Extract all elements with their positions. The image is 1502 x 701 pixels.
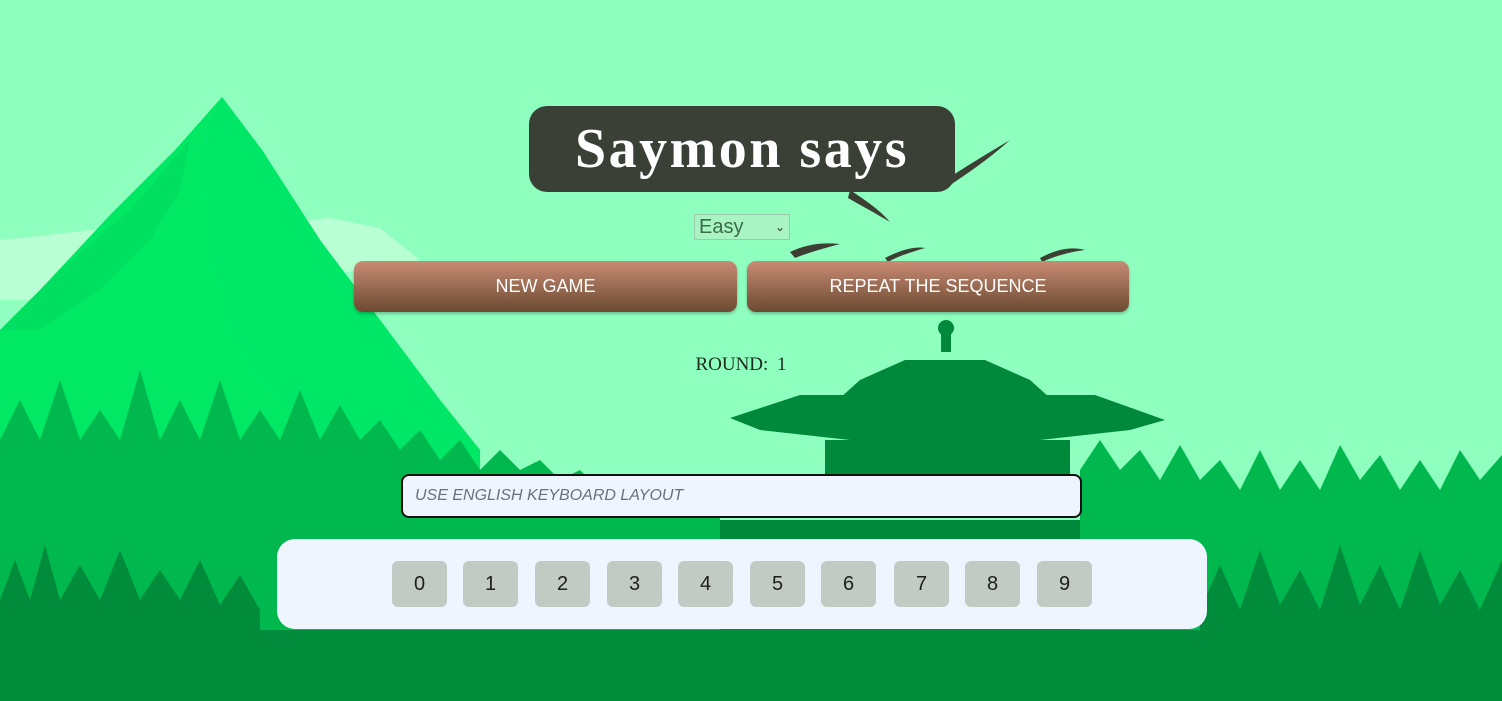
- key-2[interactable]: 2: [535, 561, 590, 607]
- difficulty-select[interactable]: Easy ⌄: [694, 214, 790, 240]
- round-indicator: ROUND: 1: [0, 354, 1482, 376]
- game-title: Saymon says: [574, 118, 910, 180]
- round-value: 1: [777, 354, 787, 375]
- key-7[interactable]: 7: [894, 561, 949, 607]
- title-banner: Saymon says: [529, 106, 955, 192]
- repeat-sequence-button[interactable]: REPEAT THE SEQUENCE: [747, 261, 1129, 312]
- round-label: ROUND:: [695, 354, 769, 375]
- number-keypad: 0 1 2 3 4 5 6 7 8 9: [277, 539, 1207, 629]
- key-4[interactable]: 4: [678, 561, 733, 607]
- difficulty-selected-value: Easy: [699, 215, 744, 238]
- key-9[interactable]: 9: [1037, 561, 1092, 607]
- key-6[interactable]: 6: [821, 561, 876, 607]
- key-8[interactable]: 8: [965, 561, 1020, 607]
- key-0[interactable]: 0: [392, 561, 447, 607]
- chevron-down-icon: ⌄: [774, 220, 785, 234]
- answer-input[interactable]: [401, 474, 1082, 518]
- key-3[interactable]: 3: [607, 561, 662, 607]
- key-1[interactable]: 1: [463, 561, 518, 607]
- new-game-button[interactable]: NEW GAME: [354, 261, 737, 312]
- key-5[interactable]: 5: [750, 561, 805, 607]
